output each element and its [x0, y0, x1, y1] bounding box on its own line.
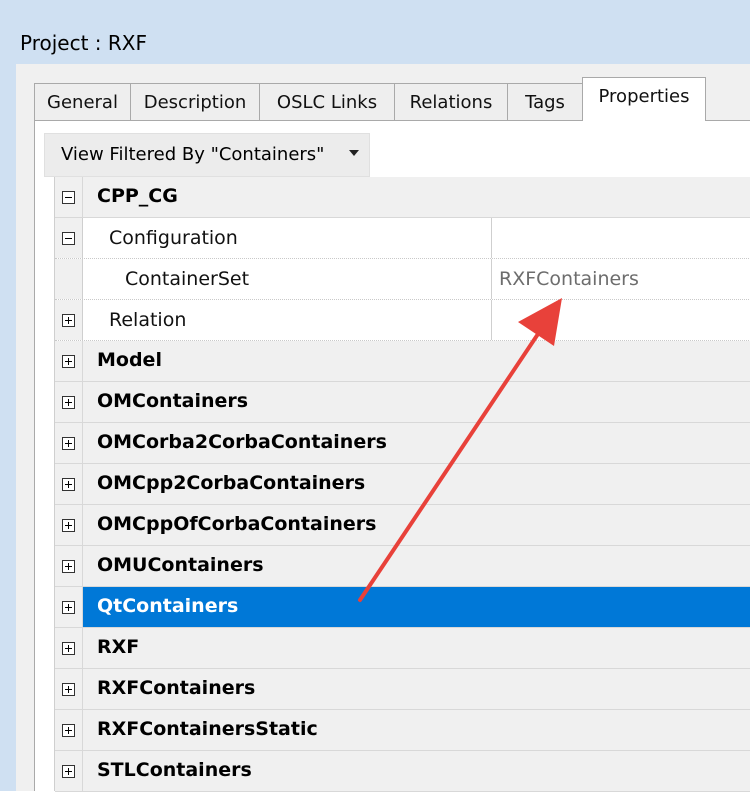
expand-icon[interactable]	[62, 724, 75, 737]
grid-row-category[interactable]: OMCorba2CorbaContainers	[55, 423, 750, 464]
grid-row-category-selected[interactable]: QtContainers	[55, 587, 750, 628]
grid-row-category[interactable]: OMCpp2CorbaContainers	[55, 464, 750, 505]
view-filter-dropdown[interactable]: View Filtered By "Containers"	[44, 133, 370, 177]
collapse-icon[interactable]	[62, 232, 75, 245]
category-label: CPP_CG	[97, 185, 178, 207]
column-divider	[491, 218, 492, 258]
project-properties-window: Project : RXF General Description OSLC L…	[0, 0, 750, 792]
grid-row-category[interactable]: RXF	[55, 628, 750, 669]
column-divider	[491, 300, 492, 340]
category-label: OMCorba2CorbaContainers	[97, 431, 387, 453]
tab-tags[interactable]: Tags	[507, 83, 583, 120]
expand-icon[interactable]	[62, 601, 75, 614]
expand-icon[interactable]	[62, 437, 75, 450]
row-gutter	[55, 259, 83, 299]
grid-row-category[interactable]: RXFContainersStatic	[55, 710, 750, 751]
category-label: RXFContainersStatic	[97, 718, 318, 740]
property-name: ContainerSet	[125, 268, 250, 290]
expand-icon[interactable]	[62, 396, 75, 409]
group-label: Configuration	[109, 227, 238, 249]
expand-icon[interactable]	[62, 478, 75, 491]
expand-icon[interactable]	[62, 765, 75, 778]
dropdown-arrow-icon	[349, 150, 359, 156]
expand-icon[interactable]	[62, 519, 75, 532]
grid-row-group[interactable]: Relation	[55, 300, 750, 341]
expand-icon[interactable]	[62, 683, 75, 696]
collapse-icon[interactable]	[62, 191, 75, 204]
expand-icon[interactable]	[62, 355, 75, 368]
column-divider	[491, 259, 492, 299]
grid-row-category[interactable]: CPP_CG	[55, 177, 750, 218]
window-title: Project : RXF	[20, 31, 147, 55]
property-value[interactable]: RXFContainers	[499, 268, 639, 290]
category-label: STLContainers	[97, 759, 252, 781]
expand-icon[interactable]	[62, 560, 75, 573]
category-label: RXF	[97, 636, 140, 658]
category-label: OMUContainers	[97, 554, 264, 576]
grid-row-category[interactable]: STLContainers	[55, 751, 750, 792]
category-label: OMContainers	[97, 390, 249, 412]
tab-strip: General Description OSLC Links Relations…	[34, 77, 750, 121]
grid-row-group[interactable]: Configuration	[55, 218, 750, 259]
tab-general[interactable]: General	[34, 83, 131, 120]
category-label: OMCppOfCorbaContainers	[97, 513, 377, 535]
category-label: OMCpp2CorbaContainers	[97, 472, 366, 494]
expand-icon[interactable]	[62, 642, 75, 655]
category-label: QtContainers	[97, 595, 239, 617]
property-grid: CPP_CG Configuration ContainerSet RXFCon…	[54, 177, 750, 792]
grid-row-category[interactable]: OMUContainers	[55, 546, 750, 587]
grid-row-category[interactable]: OMContainers	[55, 382, 750, 423]
grid-row-category[interactable]: Model	[55, 341, 750, 382]
grid-row-category[interactable]: RXFContainers	[55, 669, 750, 710]
tab-oslc-links[interactable]: OSLC Links	[259, 83, 395, 120]
tab-relations[interactable]: Relations	[394, 83, 508, 120]
tab-description[interactable]: Description	[130, 83, 260, 120]
grid-row-property[interactable]: ContainerSet RXFContainers	[55, 259, 750, 300]
group-label: Relation	[109, 309, 187, 331]
expand-icon[interactable]	[62, 314, 75, 327]
view-filter-label: View Filtered By "Containers"	[61, 144, 325, 165]
tab-properties[interactable]: Properties	[582, 77, 706, 121]
category-label: RXFContainers	[97, 677, 256, 699]
category-label: Model	[97, 349, 162, 371]
grid-row-category[interactable]: OMCppOfCorbaContainers	[55, 505, 750, 546]
